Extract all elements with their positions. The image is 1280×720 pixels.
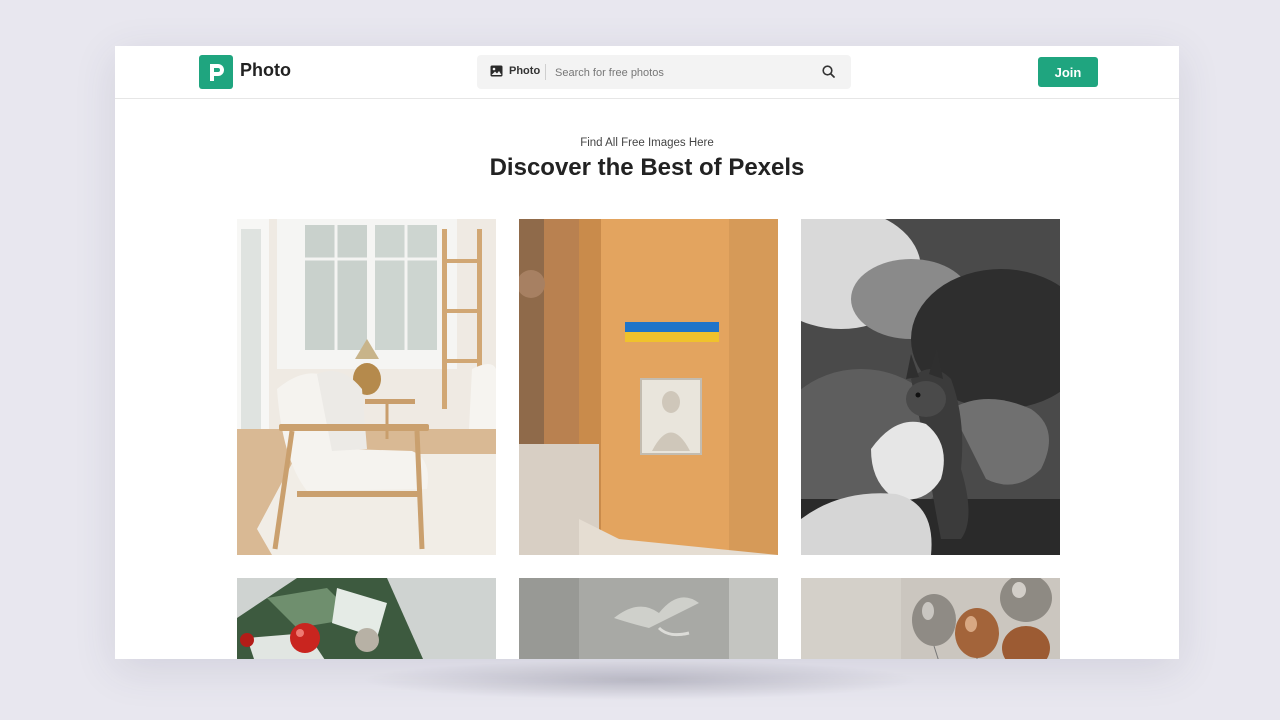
image-icon <box>490 65 503 77</box>
hero-subtitle: Find All Free Images Here <box>580 137 714 149</box>
gallery-photo[interactable] <box>519 578 778 659</box>
gallery-photo[interactable] <box>519 219 778 555</box>
search-bar[interactable]: Photo <box>477 55 851 89</box>
search-divider <box>545 64 546 80</box>
search-input[interactable] <box>553 62 807 84</box>
search-type-label[interactable]: Photo <box>509 65 540 77</box>
gallery-photo[interactable] <box>237 219 496 555</box>
page-title: Discover the Best of Pexels <box>489 154 805 181</box>
window-shadow <box>360 660 920 700</box>
navbar: Photo Photo Join <box>115 46 1179 99</box>
browser-window: Photo Photo Join Find All Free Images He… <box>115 46 1179 659</box>
gallery-photo[interactable] <box>801 578 1060 659</box>
search-icon[interactable] <box>822 65 835 78</box>
gallery-photo[interactable] <box>801 219 1060 555</box>
join-button[interactable]: Join <box>1038 57 1098 87</box>
gallery-photo[interactable] <box>237 578 496 659</box>
app-name[interactable]: Photo <box>240 60 291 81</box>
pexels-p-logo-icon[interactable] <box>199 55 233 89</box>
